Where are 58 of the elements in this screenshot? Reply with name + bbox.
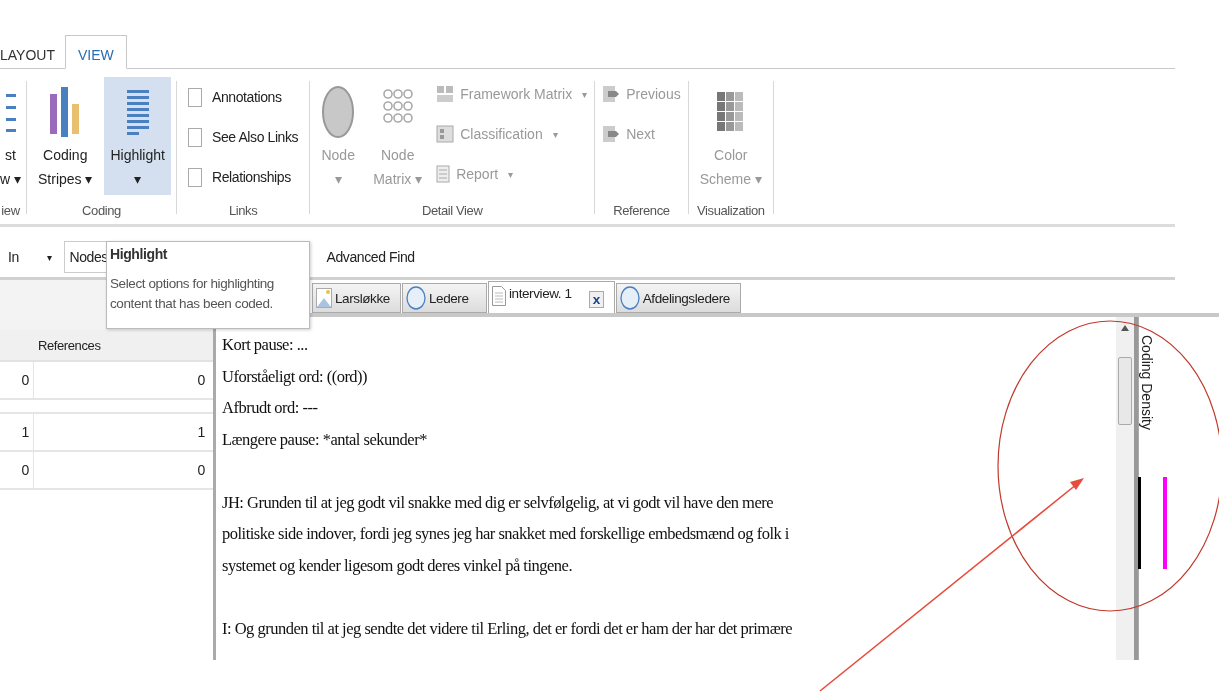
text-line: JH: Grunden til at jeg godt vil snakke med dig er selvfølgelig, at vi godt vil have den mere	[222, 491, 775, 514]
document-tab[interactable]: Afdelingsledere	[615, 283, 741, 313]
checkbox-label[interactable]: See Also Links	[211, 129, 299, 145]
column-header: References	[37, 337, 102, 353]
text-line: Længere pause: *antal sekunder*	[222, 428, 428, 451]
scroll-thumb[interactable]	[1118, 357, 1132, 425]
group-label: Detail View	[422, 203, 483, 220]
checkbox[interactable]	[187, 127, 202, 147]
checkbox[interactable]	[187, 87, 202, 107]
table-cell: 1	[0, 414, 34, 450]
checkbox[interactable]	[187, 167, 202, 187]
table-cell-text: 1	[196, 424, 206, 440]
document-arrow-icon	[602, 85, 621, 103]
scroll-up-icon[interactable]	[1121, 325, 1129, 331]
group-label: Coding	[82, 203, 121, 220]
table-cell-text: 0	[196, 372, 206, 388]
checkbox-label[interactable]: Annotations	[211, 89, 282, 105]
document-tab[interactable]: interview. 1 x	[487, 281, 615, 313]
text-line: I: Og grunden til at jeg sendte det videre til Erling, det er fordi det er ham der har det primære	[222, 617, 793, 640]
text-line: politiske side indover, fordi jeg synes jeg har snakket med forskellige embedsmænd og folk i	[222, 523, 790, 545]
color-grid-icon	[716, 92, 745, 132]
circle-icon	[405, 286, 426, 310]
scrollbar[interactable]	[1116, 317, 1138, 660]
ribbon-button[interactable]: st w ▾	[0, 77, 21, 195]
advanced-find-link[interactable]: Advanced Find	[326, 249, 415, 265]
text-line: systemet og kender ligesom godt deres vinkel på tingene.	[222, 554, 574, 577]
ribbon-button[interactable]: Highlight ▾	[104, 77, 171, 195]
highlight-lines-icon	[125, 88, 150, 136]
tooltip-text: Select options for highlighting content that has been coded.	[110, 275, 275, 313]
look-in-label[interactable]: In	[8, 249, 19, 265]
ribbon-tab[interactable]: VIEW	[65, 35, 127, 69]
group-label: Reference	[613, 203, 670, 220]
table-icon	[436, 125, 455, 143]
coding-density-label: Coding Density	[1139, 334, 1155, 432]
group-label: Links	[228, 203, 258, 220]
text-line: Kort pause: ...	[222, 334, 309, 356]
circle-icon	[619, 286, 640, 310]
node-circle-icon	[321, 85, 356, 139]
document-tab[interactable]: Larsløkke	[312, 283, 401, 313]
matrix-icon	[436, 85, 455, 103]
ribbon-button[interactable]: Coding Stripes ▾	[32, 77, 99, 195]
caret-icon[interactable]: ▾	[46, 251, 52, 263]
group-label: Visualization	[697, 203, 765, 220]
table-cell-text: 0	[196, 462, 206, 478]
picture-icon	[316, 288, 332, 308]
group-label: iew	[1, 203, 20, 220]
document-tab[interactable]: Ledere	[401, 283, 487, 313]
table-cell: 0	[0, 452, 34, 488]
text-line: Uforståeligt ord: ((ord))	[222, 365, 369, 388]
text-line: Afbrudt ord: ---	[222, 397, 319, 419]
ribbon-tab[interactable]: LAYOUT	[0, 35, 65, 68]
checkbox-label[interactable]: Relationships	[211, 169, 291, 185]
report-icon	[436, 165, 451, 183]
document-arrow-icon	[602, 125, 621, 143]
list-icon	[3, 92, 18, 132]
document-icon	[491, 286, 506, 306]
table-cell: 0	[0, 362, 34, 398]
close-button[interactable]: x	[588, 291, 604, 308]
